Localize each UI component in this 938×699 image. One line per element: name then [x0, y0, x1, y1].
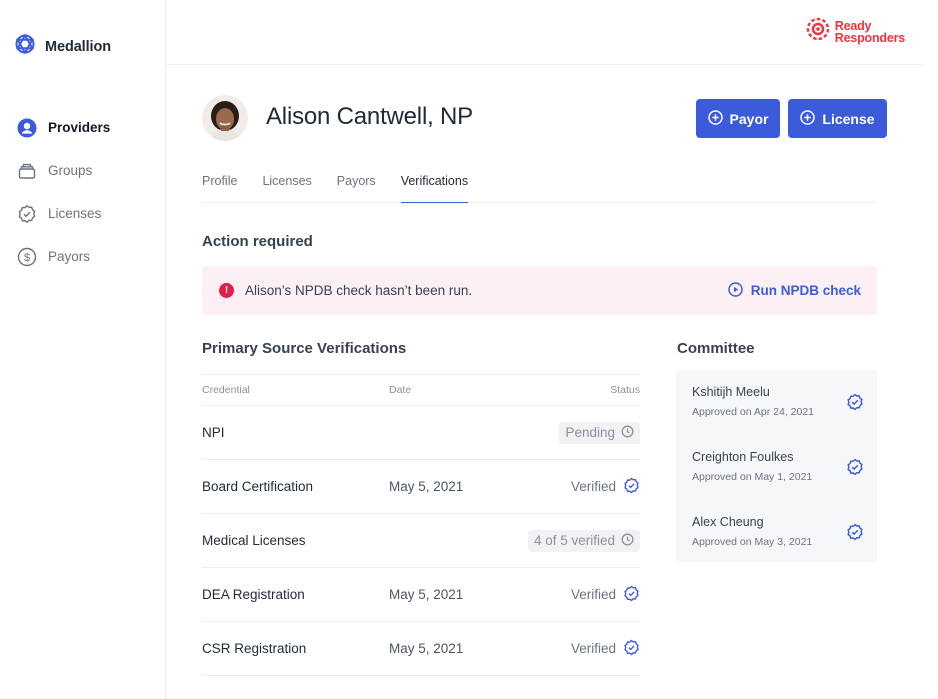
tab-bar: Profile Licenses Payors Verifications	[202, 172, 877, 203]
sidebar-item-label: Payors	[48, 249, 91, 264]
add-payor-button[interactable]: Payor	[696, 99, 780, 138]
status-badge: Verified	[571, 585, 640, 605]
table-row[interactable]: DEA Registration May 5, 2021 Verified	[202, 568, 640, 622]
member-name: Kshitijh Meelu	[692, 385, 770, 399]
committee-title: Committee	[677, 340, 755, 357]
action-required-title: Action required	[202, 233, 313, 250]
tab-profile[interactable]: Profile	[202, 172, 237, 203]
sidebar: Medallion Providers Groups Licenses $ Pa…	[0, 0, 166, 699]
page-title: Alison Cantwell, NP	[266, 103, 473, 130]
status-text: Verified	[570, 587, 616, 602]
sidebar-item-label: Groups	[48, 163, 93, 178]
member-name: Creighton Foulkes	[692, 450, 794, 464]
check-badge-icon	[846, 523, 864, 546]
credential-name: Medical Licenses	[202, 533, 306, 548]
credential-date: May 5, 2021	[389, 479, 464, 494]
member-approval: Approved on May 1, 2021	[692, 471, 813, 483]
column-credential: Credential	[202, 384, 250, 396]
member-approval: Approved on Apr 24, 2021	[692, 406, 815, 418]
tab-verifications[interactable]: Verifications	[400, 172, 469, 203]
committee-member: Kshitijh Meelu Approved on Apr 24, 2021	[692, 385, 864, 418]
psv-table: Credential Date Status NPI Pending Board…	[202, 374, 640, 676]
clock-icon	[621, 425, 634, 441]
credential-date: May 5, 2021	[389, 587, 464, 602]
partner-logo: Ready Responders	[805, 16, 905, 47]
status-text: Pending	[565, 425, 615, 440]
credential-date: May 5, 2021	[389, 641, 464, 656]
sidebar-item-groups[interactable]: Groups	[16, 149, 156, 192]
credential-name: DEA Registration	[202, 587, 305, 602]
credential-name: Board Certification	[202, 479, 314, 494]
table-row[interactable]: CSR Registration May 5, 2021 Verified	[202, 622, 640, 676]
member-name: Alex Cheung	[692, 515, 764, 529]
sidebar-item-label: Licenses	[48, 206, 102, 221]
check-badge-icon	[846, 458, 864, 481]
add-license-label: License	[822, 110, 875, 127]
sidebar-item-payors[interactable]: $ Payors	[16, 235, 156, 278]
clock-icon	[621, 533, 634, 549]
status-text: 4 of 5 verified	[533, 533, 615, 548]
tab-payors[interactable]: Payors	[337, 172, 376, 203]
partner-logo-line1: Ready	[834, 18, 872, 33]
ready-responders-logo-icon	[805, 16, 831, 47]
column-date: Date	[389, 384, 412, 396]
person-icon	[16, 117, 37, 138]
plus-circle-icon	[707, 109, 723, 128]
credential-name: CSR Registration	[202, 641, 307, 656]
member-approval: Approved on May 3, 2021	[692, 536, 813, 548]
avatar	[202, 95, 248, 141]
table-header: Credential Date Status	[202, 374, 640, 406]
column-status: Status	[610, 384, 640, 396]
svg-text:$: $	[23, 252, 29, 264]
committee-member: Alex Cheung Approved on May 3, 2021	[692, 515, 864, 548]
check-badge-icon	[623, 585, 640, 605]
plus-circle-icon	[800, 109, 816, 128]
check-badge-icon	[623, 477, 640, 497]
status-badge: 4 of 5 verified	[527, 529, 640, 552]
committee-panel: Kshitijh Meelu Approved on Apr 24, 2021 …	[676, 370, 877, 562]
sidebar-nav: Providers Groups Licenses $ Payors	[16, 106, 156, 278]
medallion-logo-icon	[14, 33, 36, 60]
partner-logo-line2: Responders	[834, 30, 905, 45]
psv-title: Primary Source Verifications	[202, 340, 407, 357]
stack-icon	[16, 160, 37, 181]
table-row[interactable]: Board Certification May 5, 2021 Verified	[202, 460, 640, 514]
status-text: Verified	[570, 641, 616, 656]
tab-licenses[interactable]: Licenses	[262, 172, 311, 203]
check-badge-icon	[846, 393, 864, 416]
run-npdb-check-label: Run NPDB check	[750, 283, 861, 298]
alert-icon: !	[219, 283, 234, 298]
add-payor-label: Payor	[729, 110, 769, 127]
table-row[interactable]: NPI Pending	[202, 406, 640, 460]
status-pill: 4 of 5 verified	[527, 529, 640, 552]
committee-member: Creighton Foulkes Approved on May 1, 202…	[692, 450, 864, 483]
npdb-alert: ! Alison’s NPDB check hasn’t been run. R…	[202, 266, 877, 315]
check-badge-icon	[623, 639, 640, 659]
credential-name: NPI	[202, 425, 225, 440]
brand[interactable]: Medallion	[14, 33, 111, 60]
alert-text: Alison’s NPDB check hasn’t been run.	[245, 283, 473, 298]
top-bar: Ready Responders	[166, 0, 923, 65]
table-row[interactable]: Medical Licenses 4 of 5 verified	[202, 514, 640, 568]
run-npdb-check-button[interactable]: Run NPDB check	[727, 266, 861, 315]
play-circle-icon	[727, 281, 743, 300]
sidebar-item-providers[interactable]: Providers	[16, 106, 156, 149]
dollar-icon: $	[16, 246, 37, 267]
sidebar-item-licenses[interactable]: Licenses	[16, 192, 156, 235]
partner-logo-text: Ready Responders	[834, 18, 905, 45]
add-license-button[interactable]: License	[788, 99, 887, 138]
status-pill: Pending	[559, 421, 640, 444]
status-badge: Verified	[571, 639, 640, 659]
sidebar-item-label: Providers	[48, 120, 111, 135]
badge-check-icon	[16, 203, 37, 224]
brand-name: Medallion	[45, 38, 111, 55]
status-text: Verified	[570, 479, 616, 494]
status-badge: Verified	[571, 477, 640, 497]
status-badge: Pending	[559, 421, 640, 444]
